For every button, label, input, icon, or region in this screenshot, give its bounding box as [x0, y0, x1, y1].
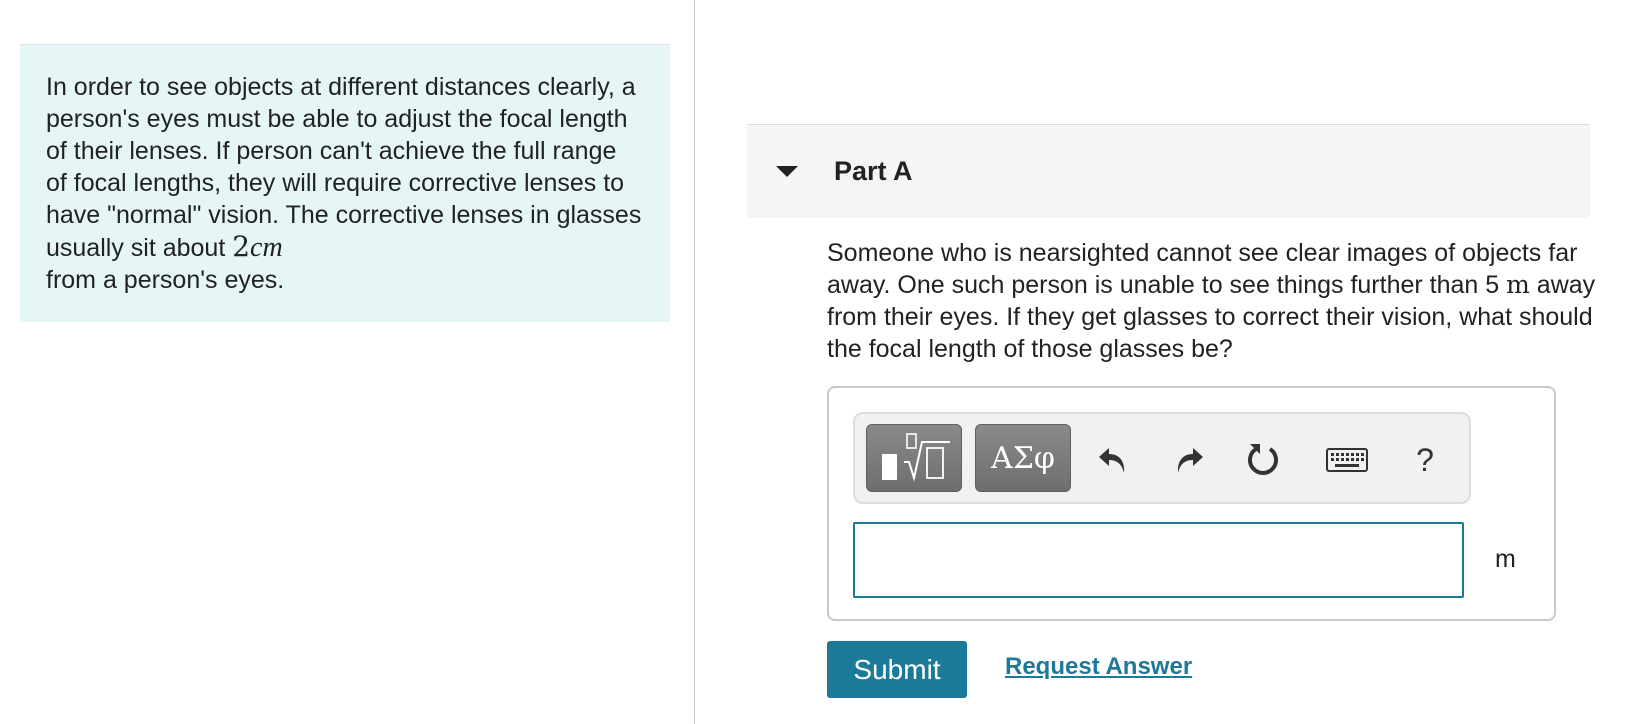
reset-button[interactable] [1241, 438, 1285, 482]
part-a-header[interactable]: Part A [747, 124, 1590, 218]
reset-icon [1248, 444, 1278, 475]
redo-button[interactable] [1167, 438, 1211, 482]
help-icon: ? [1416, 441, 1434, 478]
collapse-triangle-icon[interactable] [776, 166, 798, 177]
templates-button[interactable] [866, 424, 962, 492]
answer-panel: ΑΣφ ? m [827, 386, 1556, 621]
help-button[interactable]: ? [1403, 438, 1447, 482]
column-divider [694, 0, 695, 724]
answer-unit-label: m [1495, 545, 1516, 573]
part-title: Part A [834, 156, 913, 186]
question-text: Someone who is nearsighted cannot see cl… [827, 237, 1597, 365]
intro-text: In order to see objects at different dis… [46, 71, 644, 296]
symbols-icon: ΑΣφ [991, 440, 1055, 476]
keyboard-button[interactable] [1325, 438, 1369, 482]
submit-button[interactable]: Submit [827, 641, 967, 698]
answer-input[interactable] [853, 522, 1464, 598]
intro-text-part1: In order to see objects at different dis… [46, 73, 642, 262]
undo-button[interactable] [1091, 438, 1135, 482]
math-toolbar: ΑΣφ ? [853, 412, 1471, 504]
distance-unit: cm [250, 232, 283, 263]
distance-math: 2cm [232, 230, 283, 264]
symbols-button[interactable]: ΑΣφ [975, 424, 1071, 492]
request-answer-link[interactable]: Request Answer [1005, 653, 1192, 681]
distance-value: 2 [232, 230, 251, 263]
intro-panel: In order to see objects at different dis… [20, 44, 670, 322]
intro-text-part2: from a person's eyes. [46, 266, 285, 294]
redo-icon [1177, 448, 1203, 473]
question-part1: Someone who is nearsighted cannot see cl… [827, 239, 1578, 299]
keyboard-icon [1326, 448, 1368, 472]
question-unit: m [1506, 270, 1530, 299]
undo-icon [1099, 448, 1125, 473]
templates-icon [882, 433, 950, 482]
